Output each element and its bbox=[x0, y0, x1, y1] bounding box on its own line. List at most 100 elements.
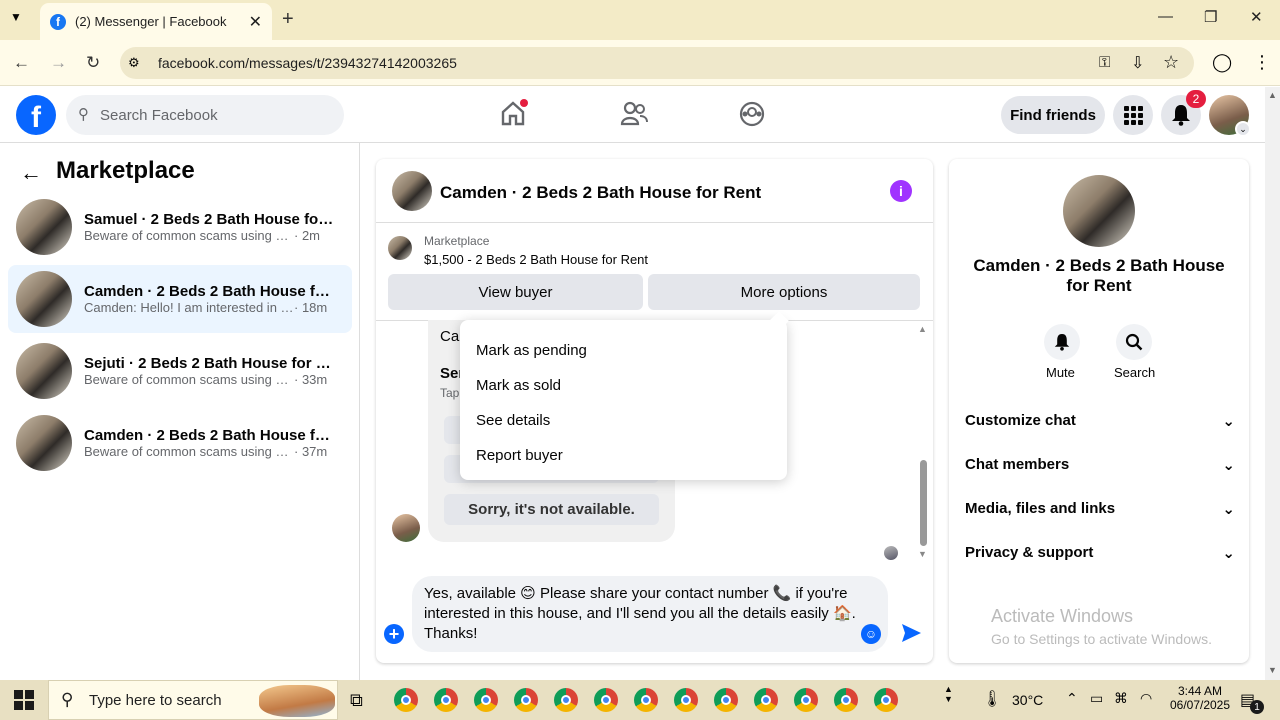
scroll-down-arrow-icon[interactable]: ▼ bbox=[918, 549, 927, 559]
back-arrow-icon[interactable]: ← bbox=[20, 160, 42, 186]
menu-grid-icon[interactable] bbox=[1113, 95, 1153, 135]
chat-title[interactable]: Camden · 2 Beds 2 Bath House for Rent bbox=[440, 183, 761, 203]
chrome-icon[interactable] bbox=[794, 688, 818, 712]
section-privacy-support[interactable]: Privacy & support ⌄ bbox=[965, 544, 1235, 562]
conversation-title: Camden · 2 Beds 2 Bath House for... bbox=[84, 427, 334, 444]
weather-icon[interactable]: 🌡 bbox=[982, 689, 1002, 709]
chrome-icon[interactable] bbox=[434, 688, 458, 712]
chrome-icon[interactable] bbox=[514, 688, 538, 712]
browser-tab-messenger[interactable]: f (2) Messenger | Facebook ✕ bbox=[40, 3, 272, 40]
groups-icon[interactable] bbox=[739, 101, 765, 132]
scrollbar-thumb[interactable] bbox=[920, 460, 927, 546]
emoji-icon[interactable]: ☺ bbox=[861, 624, 881, 644]
conversation-title: Sejuti · 2 Beds 2 Bath House for Re... bbox=[84, 355, 334, 372]
show-hidden-icons-icon[interactable]: ▲ ▼ bbox=[944, 684, 953, 704]
chat-profile-picture[interactable] bbox=[1063, 175, 1135, 247]
chrome-icon[interactable] bbox=[714, 688, 738, 712]
chrome-icon[interactable] bbox=[674, 688, 698, 712]
chrome-icon[interactable] bbox=[474, 688, 498, 712]
network-icon[interactable]: ⌘ bbox=[1114, 690, 1128, 707]
facebook-logo-icon[interactable]: f bbox=[16, 95, 56, 135]
wifi-icon[interactable]: ◠ bbox=[1140, 690, 1152, 707]
chevron-down-icon: ⌄ bbox=[1222, 413, 1235, 430]
windows-start-icon[interactable] bbox=[14, 690, 34, 715]
password-key-icon[interactable]: ⚿ bbox=[1099, 54, 1110, 71]
page-scroll-up-icon[interactable]: ▲ bbox=[1268, 90, 1277, 100]
conversation-time: · 2m bbox=[294, 228, 320, 243]
section-media-files-links[interactable]: Media, files and links ⌄ bbox=[965, 500, 1235, 518]
chrome-icon[interactable] bbox=[394, 688, 418, 712]
section-customize-chat[interactable]: Customize chat ⌄ bbox=[965, 412, 1235, 430]
notification-badge: 2 bbox=[1186, 90, 1206, 108]
new-tab-button[interactable]: + bbox=[282, 8, 294, 31]
restore-button[interactable]: ❐ bbox=[1204, 8, 1217, 26]
account-chevron-down-icon[interactable]: ⌄ bbox=[1235, 121, 1251, 137]
conversation-preview: Beware of common scams using pay... bbox=[84, 228, 294, 243]
conversation-item[interactable]: Sejuti · 2 Beds 2 Bath House for Re... B… bbox=[8, 337, 352, 405]
conversation-item[interactable]: Samuel · 2 Beds 2 Bath House for ... Bew… bbox=[8, 193, 352, 261]
bookmark-star-icon[interactable]: ☆ bbox=[1163, 52, 1179, 73]
conversation-time: · 37m bbox=[294, 444, 328, 459]
close-window-button[interactable]: ✕ bbox=[1250, 8, 1263, 26]
message-text-partial: Tap bbox=[440, 386, 460, 400]
info-panel-title: Camden · 2 Beds 2 Bath House for Rent bbox=[973, 256, 1225, 295]
message-composer-input[interactable]: Yes, available 😊 Please share your conta… bbox=[412, 576, 888, 652]
search-in-chat-icon[interactable] bbox=[1116, 324, 1152, 360]
find-friends-button[interactable]: Find friends bbox=[1001, 96, 1105, 134]
back-icon[interactable]: ← bbox=[13, 53, 30, 73]
section-chat-members[interactable]: Chat members ⌄ bbox=[965, 456, 1235, 474]
chevron-down-icon: ⌄ bbox=[1222, 545, 1235, 562]
tab-title: (2) Messenger | Facebook bbox=[75, 14, 227, 29]
profile-icon[interactable]: ◯ bbox=[1212, 52, 1232, 73]
search-icon: ⚲ bbox=[61, 690, 74, 709]
conversation-time: · 18m bbox=[294, 300, 328, 315]
site-info-icon[interactable]: ⚙ bbox=[128, 55, 140, 71]
chrome-icon[interactable] bbox=[834, 688, 858, 712]
close-tab-icon[interactable]: ✕ bbox=[249, 12, 262, 32]
install-app-icon[interactable]: ⇩ bbox=[1131, 53, 1144, 73]
section-label: Customize chat bbox=[965, 412, 1076, 429]
task-view-icon[interactable]: ⧉ bbox=[350, 690, 363, 711]
chrome-icon[interactable] bbox=[594, 688, 618, 712]
chrome-icon[interactable] bbox=[874, 688, 898, 712]
menu-item-see-details[interactable]: See details bbox=[476, 412, 550, 429]
clock-date: 06/07/2025 bbox=[1169, 698, 1231, 712]
menu-item-report-buyer[interactable]: Report buyer bbox=[476, 447, 563, 464]
menu-item-mark-sold[interactable]: Mark as sold bbox=[476, 377, 561, 394]
activate-windows-subtitle: Go to Settings to activate Windows. bbox=[991, 631, 1212, 647]
minimize-button[interactable]: — bbox=[1158, 8, 1173, 25]
more-options-button[interactable]: More options bbox=[648, 274, 920, 310]
info-icon[interactable]: i bbox=[890, 180, 912, 202]
activate-windows-title: Activate Windows bbox=[991, 606, 1134, 626]
chrome-icon[interactable] bbox=[754, 688, 778, 712]
menu-kebab-icon[interactable]: ⋮ bbox=[1253, 52, 1271, 73]
facebook-search-input[interactable]: ⚲ Search Facebook bbox=[66, 95, 344, 135]
chrome-icon[interactable] bbox=[554, 688, 578, 712]
menu-item-mark-pending[interactable]: Mark as pending bbox=[476, 342, 587, 359]
tab-search-dropdown-icon[interactable]: ▼ bbox=[10, 10, 22, 24]
reload-icon[interactable]: ↻ bbox=[86, 53, 100, 73]
friends-icon[interactable] bbox=[620, 100, 648, 131]
not-available-button[interactable]: Sorry, it's not available. bbox=[444, 494, 659, 525]
chrome-icon[interactable] bbox=[634, 688, 658, 712]
conversation-item-active[interactable]: Camden · 2 Beds 2 Bath House for... Camd… bbox=[8, 265, 352, 333]
chat-avatar[interactable] bbox=[392, 171, 432, 211]
battery-icon[interactable]: ▭ bbox=[1090, 690, 1103, 707]
send-icon[interactable] bbox=[900, 622, 922, 649]
scroll-up-arrow-icon[interactable]: ▲ bbox=[918, 324, 927, 334]
address-bar[interactable]: facebook.com/messages/t/2394327414200326… bbox=[120, 47, 1194, 79]
conversation-item[interactable]: Camden · 2 Beds 2 Bath House for... Bewa… bbox=[8, 409, 352, 477]
section-label: Privacy & support bbox=[965, 544, 1094, 561]
listing-thumbnail bbox=[16, 199, 72, 255]
taskbar-search-input[interactable]: ⚲ Type here to search bbox=[48, 680, 338, 720]
taskbar-clock[interactable]: 3:44 AM 06/07/2025 bbox=[1168, 684, 1232, 712]
view-buyer-button[interactable]: View buyer bbox=[388, 274, 643, 310]
temperature[interactable]: 30°C bbox=[1012, 692, 1043, 708]
page-scroll-down-icon[interactable]: ▼ bbox=[1268, 665, 1277, 675]
mute-bell-icon[interactable] bbox=[1044, 324, 1080, 360]
add-attachment-icon[interactable]: + bbox=[384, 624, 404, 644]
listing-price-title[interactable]: $1,500 - 2 Beds 2 Bath House for Rent bbox=[424, 252, 648, 267]
forward-icon[interactable]: → bbox=[50, 53, 67, 73]
page-scrollbar[interactable] bbox=[1265, 87, 1280, 680]
tray-chevron-icon[interactable]: ⌃ bbox=[1066, 690, 1078, 707]
